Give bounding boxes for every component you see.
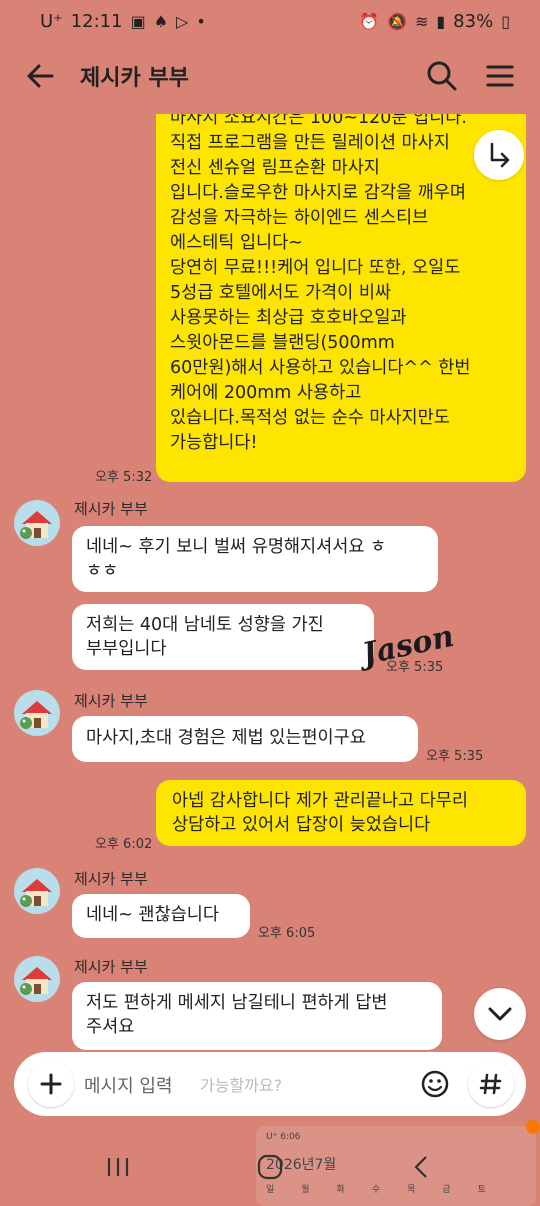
chat-title: 제시카 부부 [80, 66, 189, 91]
message-line: 60만원)해서 사용하고 있습니다^^ 한번 [170, 358, 471, 378]
system-nav-bar [0, 1130, 540, 1200]
house-avatar-icon [20, 879, 52, 907]
sender-name: 제시카 부부 [74, 692, 148, 710]
message-line: 전신 센슈얼 림프순환 마사지 [170, 158, 380, 178]
search-icon [427, 61, 457, 91]
dot-icon: • [196, 12, 206, 31]
sender-name: 제시카 부부 [74, 500, 148, 518]
house-avatar-icon [20, 967, 52, 995]
message-line: 저도 편하게 메세지 남길테니 편하게 답변 [86, 993, 388, 1013]
clock: 12:11 [70, 11, 123, 32]
sender-name: 제시카 부부 [74, 958, 148, 976]
message-line: 스윗아몬드를 블랜딩(500mm [170, 333, 395, 353]
emoji-button[interactable] [420, 1069, 450, 1099]
message-line: 사용못하는 최상급 호호바오일과 [170, 308, 407, 328]
message-line: 당연히 무료!!!케어 입니다 또한, 오일도 [170, 258, 461, 278]
alarm-icon: ⏰ [359, 12, 380, 31]
message-bubble-mine[interactable]: 아넵 감사합니다 제가 관리끝나고 다무리 상담하고 있어서 답장이 늦었습니다 [156, 780, 526, 846]
avatar[interactable] [14, 500, 60, 546]
message-line: ㅎㅎ [86, 561, 119, 581]
gallery-icon: ▣ [130, 12, 146, 31]
emoji-icon [421, 1070, 449, 1098]
hash-icon [479, 1073, 502, 1095]
message-line: 아넵 감사합니다 제가 관리끝나고 다무리 [172, 791, 468, 811]
hashtag-button[interactable] [468, 1061, 514, 1107]
scroll-down-button[interactable] [474, 988, 526, 1040]
message-bubble-other[interactable]: 저희는 40대 남네토 성향을 가진 부부입니다 [72, 604, 374, 670]
search-button[interactable] [424, 58, 460, 94]
menu-button[interactable] [482, 58, 518, 94]
message-text: 네네~ 괜찮습니다 [86, 905, 219, 925]
app-icon: ♠ [153, 12, 169, 31]
back-arrow-icon [27, 64, 54, 88]
hidden-message-text: 가능할까요? [200, 1076, 283, 1095]
message-line: 저희는 40대 남네토 성향을 가진 [86, 615, 324, 635]
message-bubble-other[interactable]: 네네~ 후기 보니 벌써 유명해지셔서요 ㅎ ㅎㅎ [72, 526, 438, 592]
house-avatar-icon [20, 701, 52, 729]
message-line: 케어에 200mm 사용하고 [170, 383, 362, 403]
message-line: 네네~ 후기 보니 벌써 유명해지셔서요 ㅎ [86, 537, 387, 557]
message-line: 상담하고 있어서 답장이 늦었습니다 [172, 815, 431, 835]
sender-name: 제시카 부부 [74, 870, 148, 888]
message-line: 주셔요 [86, 1017, 135, 1037]
share-arrow-icon [490, 142, 510, 168]
message-bubble-other[interactable]: 마사지,초대 경험은 제법 있는편이구요 [72, 716, 418, 762]
wifi-icon: ≋ [414, 12, 429, 31]
back-nav-icon[interactable] [410, 1154, 432, 1180]
status-bar: U⁺ 12:11 ▣ ♠ ▷ • ⏰ 🔕 ≋ ▮ 83% ▯ [0, 0, 540, 44]
play-icon: ▷ [176, 12, 189, 31]
message-line: 에스테틱 입니다~ [170, 233, 303, 253]
signal-icon: ▮ [436, 12, 446, 31]
chevron-down-icon [488, 1007, 512, 1021]
message-bubble-other[interactable]: 저도 편하게 메세지 남길테니 편하게 답변 주셔요 [72, 982, 442, 1050]
message-time: 오후 5:32 [95, 470, 153, 485]
message-input-bar: 메시지 입력 가능할까요? [14, 1052, 526, 1116]
attach-button[interactable] [28, 1061, 74, 1107]
house-avatar-icon [20, 511, 52, 539]
recent-apps-icon[interactable] [105, 1156, 131, 1178]
mute-icon: 🔕 [387, 12, 407, 31]
battery-level: 83% [453, 11, 494, 32]
chat-header: 제시카 부부 [0, 44, 540, 108]
back-button[interactable] [22, 58, 58, 94]
message-bubble-other[interactable]: 네네~ 괜찮습니다 [72, 894, 250, 938]
message-line: 직접 프로그램을 만든 릴레이션 마사지 [170, 133, 450, 153]
message-bubble-mine[interactable]: 마사지 소요시간은 100~120분 입니다. 직접 프로그램을 만든 릴레이션… [156, 108, 526, 482]
message-line: 부부입니다 [86, 639, 167, 659]
message-line: 가능합니다! [170, 433, 258, 453]
message-line: 감성을 자극하는 하이엔드 센스티브 [170, 208, 429, 228]
message-line: 입니다.슬로우한 마사지로 감각을 깨우며 [170, 183, 466, 203]
message-line: 마사지 소요시간은 100~120분 입니다. [170, 108, 467, 128]
message-text: 마사지,초대 경험은 제법 있는편이구요 [86, 728, 366, 748]
avatar[interactable] [14, 690, 60, 736]
carrier-label: U⁺ [40, 11, 63, 32]
plus-icon [40, 1073, 62, 1095]
battery-icon: ▯ [501, 12, 510, 31]
message-time: 오후 6:05 [258, 926, 316, 941]
home-icon[interactable] [256, 1154, 284, 1180]
avatar[interactable] [14, 868, 60, 914]
share-button[interactable] [474, 130, 524, 180]
message-time: 오후 6:02 [95, 837, 153, 852]
message-line: 있습니다.목적성 없는 순수 마사지만도 [170, 408, 450, 428]
avatar[interactable] [14, 956, 60, 1002]
message-time: 오후 5:35 [426, 749, 484, 764]
message-input[interactable]: 메시지 입력 [84, 1072, 173, 1098]
hamburger-icon [486, 65, 514, 87]
message-line: 5성급 호텔에서도 가격이 비싸 [170, 283, 392, 303]
